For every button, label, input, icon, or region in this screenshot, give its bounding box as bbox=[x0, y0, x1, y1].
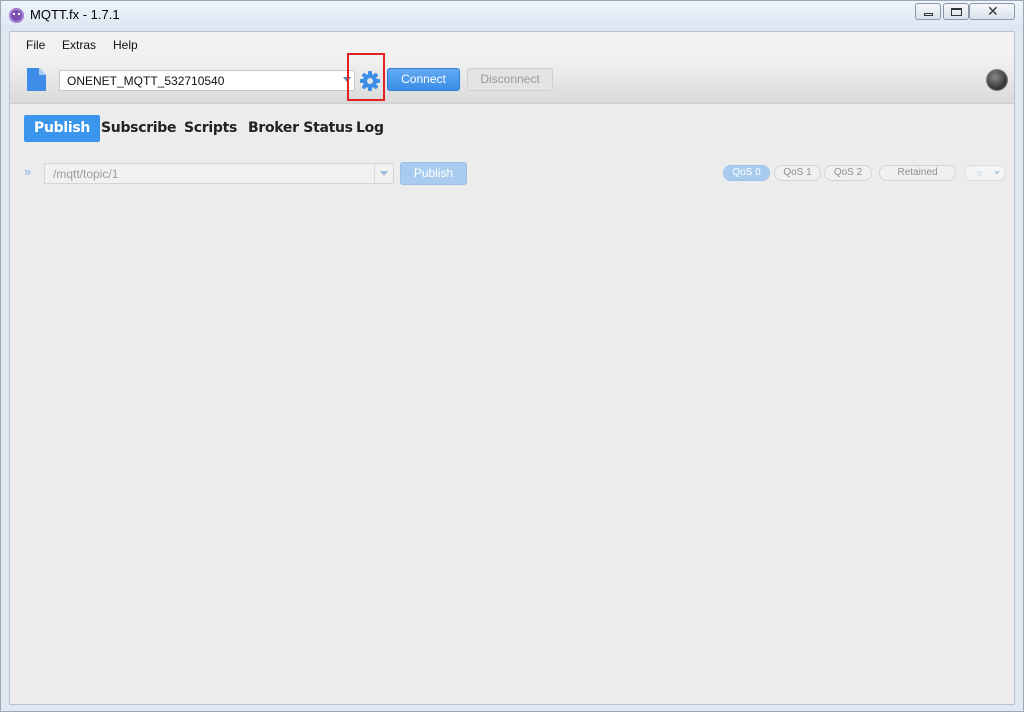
maximize-icon bbox=[951, 8, 962, 16]
title-bar[interactable]: MQTT.fx - 1.7.1 ✕ bbox=[1, 1, 1023, 31]
qos2-toggle[interactable]: QoS 2 bbox=[824, 165, 872, 181]
close-button[interactable]: ✕ bbox=[969, 3, 1015, 20]
annotation-highlight-box bbox=[347, 53, 385, 101]
connection-status-indicator bbox=[987, 70, 1007, 90]
retained-toggle[interactable]: Retained bbox=[879, 165, 956, 181]
tab-broker-status[interactable]: Broker Status bbox=[238, 115, 363, 142]
connection-toolbar: ONENET_MQTT_532710540 Connect Disconnect bbox=[10, 58, 1014, 104]
disconnect-button[interactable]: Disconnect bbox=[467, 68, 553, 91]
client-area: File Extras Help ONENET_MQTT_532710540 C… bbox=[9, 31, 1015, 705]
double-chevron-right-icon[interactable]: » bbox=[24, 164, 31, 179]
qos0-toggle[interactable]: QoS 0 bbox=[723, 165, 770, 181]
tab-publish[interactable]: Publish bbox=[24, 115, 101, 142]
edit-profile-document-icon[interactable] bbox=[27, 68, 46, 91]
chevron-down-icon[interactable] bbox=[374, 164, 393, 183]
connection-profile-select[interactable]: ONENET_MQTT_532710540 bbox=[59, 70, 355, 91]
tab-subscribe[interactable]: Subscribe bbox=[91, 115, 186, 142]
minimize-button[interactable] bbox=[915, 3, 941, 20]
options-select[interactable]: o bbox=[964, 165, 1006, 181]
menu-bar: File Extras Help bbox=[10, 32, 1014, 58]
minimize-icon bbox=[924, 13, 933, 16]
connection-profile-value: ONENET_MQTT_532710540 bbox=[67, 74, 225, 88]
menu-extras[interactable]: Extras bbox=[62, 38, 96, 52]
topic-input[interactable]: /mqtt/topic/1 bbox=[44, 163, 394, 184]
publish-button[interactable]: Publish bbox=[400, 162, 467, 185]
app-window: MQTT.fx - 1.7.1 ✕ File Extras Help ONENE… bbox=[0, 0, 1024, 712]
publish-row: » /mqtt/topic/1 Publish QoS 0 QoS 1 QoS … bbox=[10, 162, 1014, 188]
qos1-toggle[interactable]: QoS 1 bbox=[774, 165, 821, 181]
window-title: MQTT.fx - 1.7.1 bbox=[30, 7, 120, 22]
main-tabs: Publish Subscribe Scripts Broker Status … bbox=[10, 104, 1014, 150]
tab-scripts[interactable]: Scripts bbox=[174, 115, 247, 142]
menu-file[interactable]: File bbox=[26, 38, 45, 52]
maximize-button[interactable] bbox=[943, 3, 969, 20]
tab-log[interactable]: Log bbox=[346, 115, 394, 142]
mqttfx-app-icon bbox=[9, 8, 24, 23]
close-icon: ✕ bbox=[987, 3, 999, 19]
topic-placeholder: /mqtt/topic/1 bbox=[53, 167, 119, 181]
connect-button[interactable]: Connect bbox=[387, 68, 460, 91]
menu-help[interactable]: Help bbox=[113, 38, 138, 52]
